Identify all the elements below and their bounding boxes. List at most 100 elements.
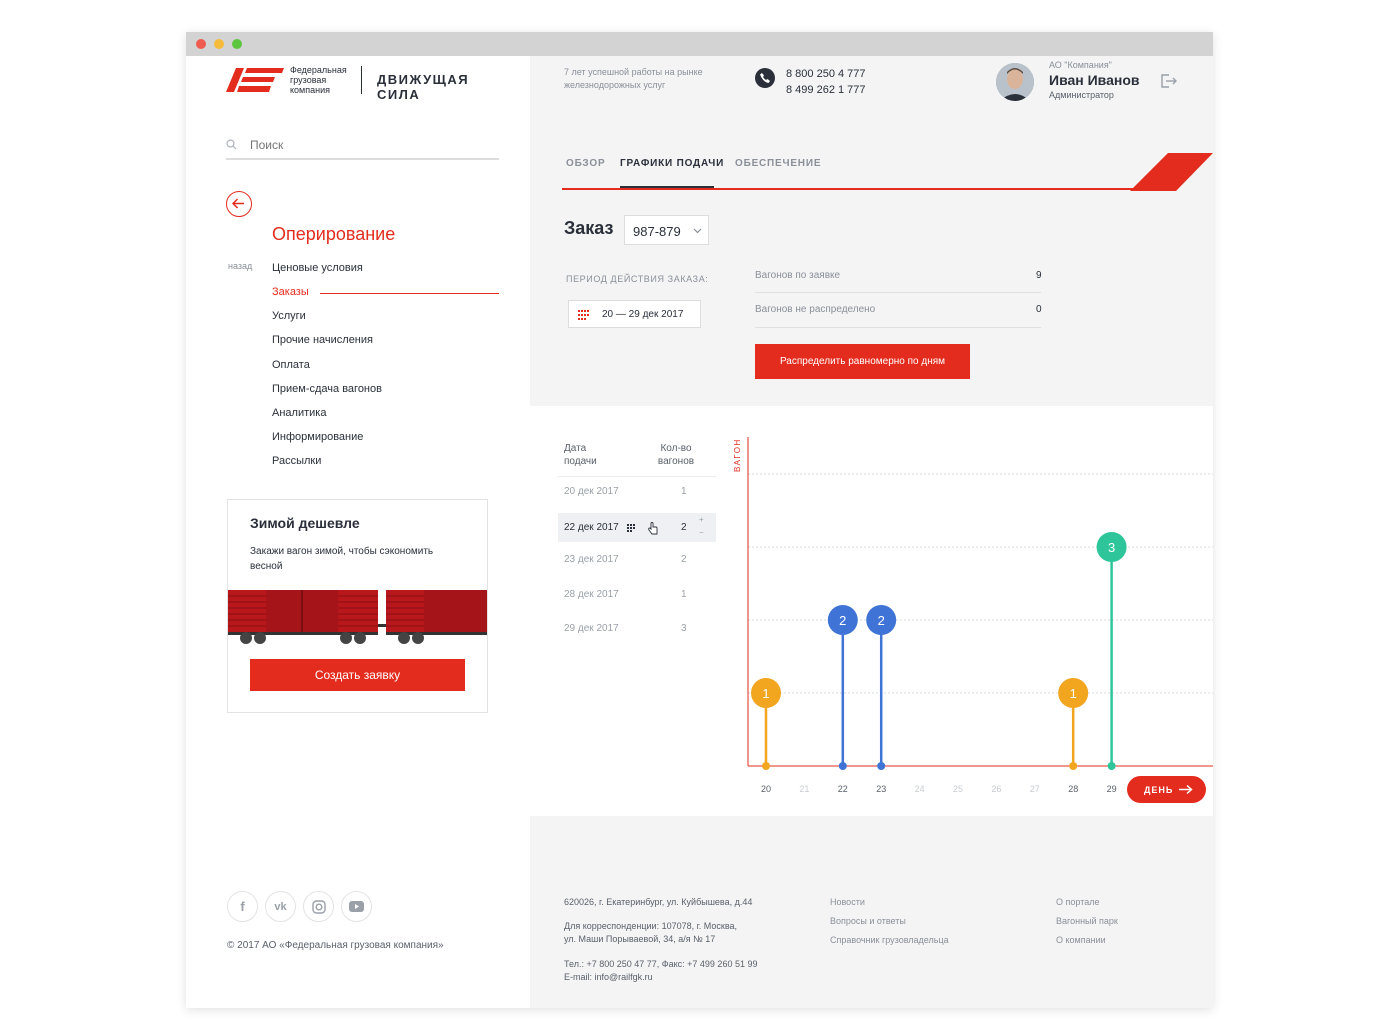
nav-item-payment[interactable]: Оплата xyxy=(272,359,310,371)
search-input[interactable] xyxy=(250,134,490,156)
col-header-date-line1: Дата xyxy=(564,443,587,454)
section-title: Оперирование xyxy=(272,224,396,244)
footer-link-wagon-fleet[interactable]: Вагонный парк xyxy=(1056,916,1118,926)
minimize-window-button[interactable] xyxy=(214,39,224,49)
logo-text-line3: компания xyxy=(290,85,330,95)
logo-divider xyxy=(361,66,362,94)
nav-item-price-terms[interactable]: Ценовые условия xyxy=(272,262,363,274)
close-window-button[interactable] xyxy=(196,39,206,49)
logo[interactable]: Федеральная грузовая компания ДВИЖУЩАЯ С… xyxy=(226,65,501,102)
tagline-line1: 7 лет успешной работы на рынке xyxy=(564,67,703,77)
wagon-illustration-icon xyxy=(228,590,487,644)
stat-wagons-requested-value: 9 xyxy=(1036,270,1042,281)
back-button[interactable] xyxy=(226,191,252,217)
col-header-count-line1: Кол-во xyxy=(660,443,692,454)
instagram-icon[interactable] xyxy=(303,891,334,922)
user-photo-icon xyxy=(996,63,1034,101)
nav-item-mailings[interactable]: Рассылки xyxy=(272,455,321,467)
nav-item-analytics[interactable]: Аналитика xyxy=(272,407,326,419)
row-date: 23 дек 2017 xyxy=(564,554,619,565)
brand-slogan: ДВИЖУЩАЯ СИЛА xyxy=(377,72,470,102)
footer-link-news[interactable]: Новости xyxy=(830,897,865,907)
search-icon xyxy=(226,139,237,150)
nav-item-other-charges[interactable]: Прочие начисления xyxy=(272,334,373,346)
calendar-icon[interactable] xyxy=(627,524,637,532)
order-select[interactable]: 987-879 xyxy=(624,215,709,245)
active-nav-indicator xyxy=(320,293,499,294)
period-value: 20 — 29 дек 2017 xyxy=(602,309,684,320)
logout-icon[interactable] xyxy=(1160,74,1178,88)
data-base-dot xyxy=(1069,762,1078,770)
footer-link-about-company[interactable]: О компании xyxy=(1056,935,1106,945)
y-axis-label: ВАГОН xyxy=(733,438,742,472)
create-request-button[interactable]: Создать заявку xyxy=(250,659,465,691)
facebook-icon[interactable]: f xyxy=(227,891,258,922)
maximize-window-button[interactable] xyxy=(232,39,242,49)
col-header-count-line2: вагонов xyxy=(657,456,695,467)
search-underline xyxy=(226,158,499,160)
x-tick-label: 21 xyxy=(799,784,809,794)
tab-schedules[interactable]: ГРАФИКИ ПОДАЧИ xyxy=(620,158,724,169)
scale-day-button[interactable]: ДЕНЬ xyxy=(1127,776,1206,803)
footer-email[interactable]: E-mail: info@railfgk.ru xyxy=(564,971,757,984)
period-label: ПЕРИОД ДЕЙСТВИЯ ЗАКАЗА: xyxy=(566,274,709,284)
back-label: назад xyxy=(228,261,253,271)
tagline-line2: железнодорожных услуг xyxy=(564,80,666,90)
data-label: 3 xyxy=(1108,540,1115,555)
arrow-right-icon xyxy=(1179,784,1193,795)
promo-text-line1: Закажи вагон зимой, чтобы сэкономить xyxy=(250,546,434,557)
stat-wagons-unassigned-value: 0 xyxy=(1036,304,1042,315)
period-date-picker[interactable]: 20 — 29 дек 2017 xyxy=(568,300,701,328)
nav-item-services[interactable]: Услуги xyxy=(272,310,306,322)
nav-item-wagon-handover[interactable]: Прием-сдача вагонов xyxy=(272,383,382,395)
logo-text-line1: Федеральная xyxy=(290,65,347,75)
x-tick-label: 26 xyxy=(991,784,1001,794)
vk-icon[interactable]: vk xyxy=(265,891,296,922)
scale-day-label: ДЕНЬ xyxy=(1144,784,1174,795)
tabs-underline xyxy=(562,188,1142,190)
avatar[interactable] xyxy=(996,63,1034,101)
table-row[interactable]: 23 дек 2017 2 xyxy=(558,549,716,571)
order-select-value: 987-879 xyxy=(633,224,681,239)
stepper-minus-button[interactable]: − xyxy=(699,528,704,537)
youtube-icon[interactable] xyxy=(341,891,372,922)
x-tick-label: 23 xyxy=(876,784,886,794)
tab-overview[interactable]: ОБЗОР xyxy=(566,158,605,169)
table-row[interactable]: 28 дек 2017 1 xyxy=(558,584,716,606)
sidebar: Федеральная грузовая компания ДВИЖУЩАЯ С… xyxy=(186,56,530,1008)
order-label: Заказ xyxy=(564,218,614,238)
row-date: 22 дек 2017 xyxy=(564,522,619,533)
footer-correspondence-line1: Для корреспонденции: 107078, г. Москва, xyxy=(564,921,738,931)
footer-link-about-portal[interactable]: О портале xyxy=(1056,897,1099,907)
logo-text-line2: грузовая xyxy=(290,75,327,85)
stat-divider xyxy=(755,292,1041,293)
stepper-plus-button[interactable]: + xyxy=(699,515,704,524)
table-row[interactable]: 20 дек 2017 1 xyxy=(558,481,716,503)
x-tick-label: 22 xyxy=(838,784,848,794)
tab-provision[interactable]: ОБЕСПЕЧЕНИЕ xyxy=(735,158,821,169)
promo-title: Зимой дешевле xyxy=(250,515,360,531)
distribute-evenly-button[interactable]: Распределить равномерно по дням xyxy=(755,344,970,379)
phone-icon xyxy=(755,68,775,88)
decor-stripe-icon xyxy=(1130,153,1213,191)
phone-number-1[interactable]: 8 800 250 4 777 xyxy=(786,66,866,82)
row-count: 1 xyxy=(681,589,687,600)
phone-number-2[interactable]: 8 499 262 1 777 xyxy=(786,82,866,98)
user-name[interactable]: Иван Иванов xyxy=(1049,72,1140,88)
data-base-dot xyxy=(877,762,886,770)
x-tick-label: 29 xyxy=(1107,784,1117,794)
footer-link-shipper-guide[interactable]: Справочник грузовладельца xyxy=(830,935,949,945)
search-field[interactable] xyxy=(226,134,499,158)
nav-item-informing[interactable]: Информирование xyxy=(272,431,363,443)
table-row[interactable]: 29 дек 2017 3 xyxy=(558,618,716,640)
main-content: 7 лет успешной работы на рынке железнодо… xyxy=(530,56,1213,1008)
table-row-selected[interactable]: 22 дек 2017 2 + − xyxy=(558,513,716,542)
footer-link-faq[interactable]: Вопросы и ответы xyxy=(830,916,906,926)
schedule-panel: Дата подачи Кол-во вагонов 20 дек 2017 1… xyxy=(530,406,1213,816)
row-date: 28 дек 2017 xyxy=(564,589,619,600)
fgk-logo-icon xyxy=(226,68,284,92)
data-label: 1 xyxy=(762,686,769,701)
data-label: 2 xyxy=(878,613,885,628)
nav-item-orders[interactable]: Заказы xyxy=(272,286,309,298)
user-role: Администратор xyxy=(1049,90,1114,100)
